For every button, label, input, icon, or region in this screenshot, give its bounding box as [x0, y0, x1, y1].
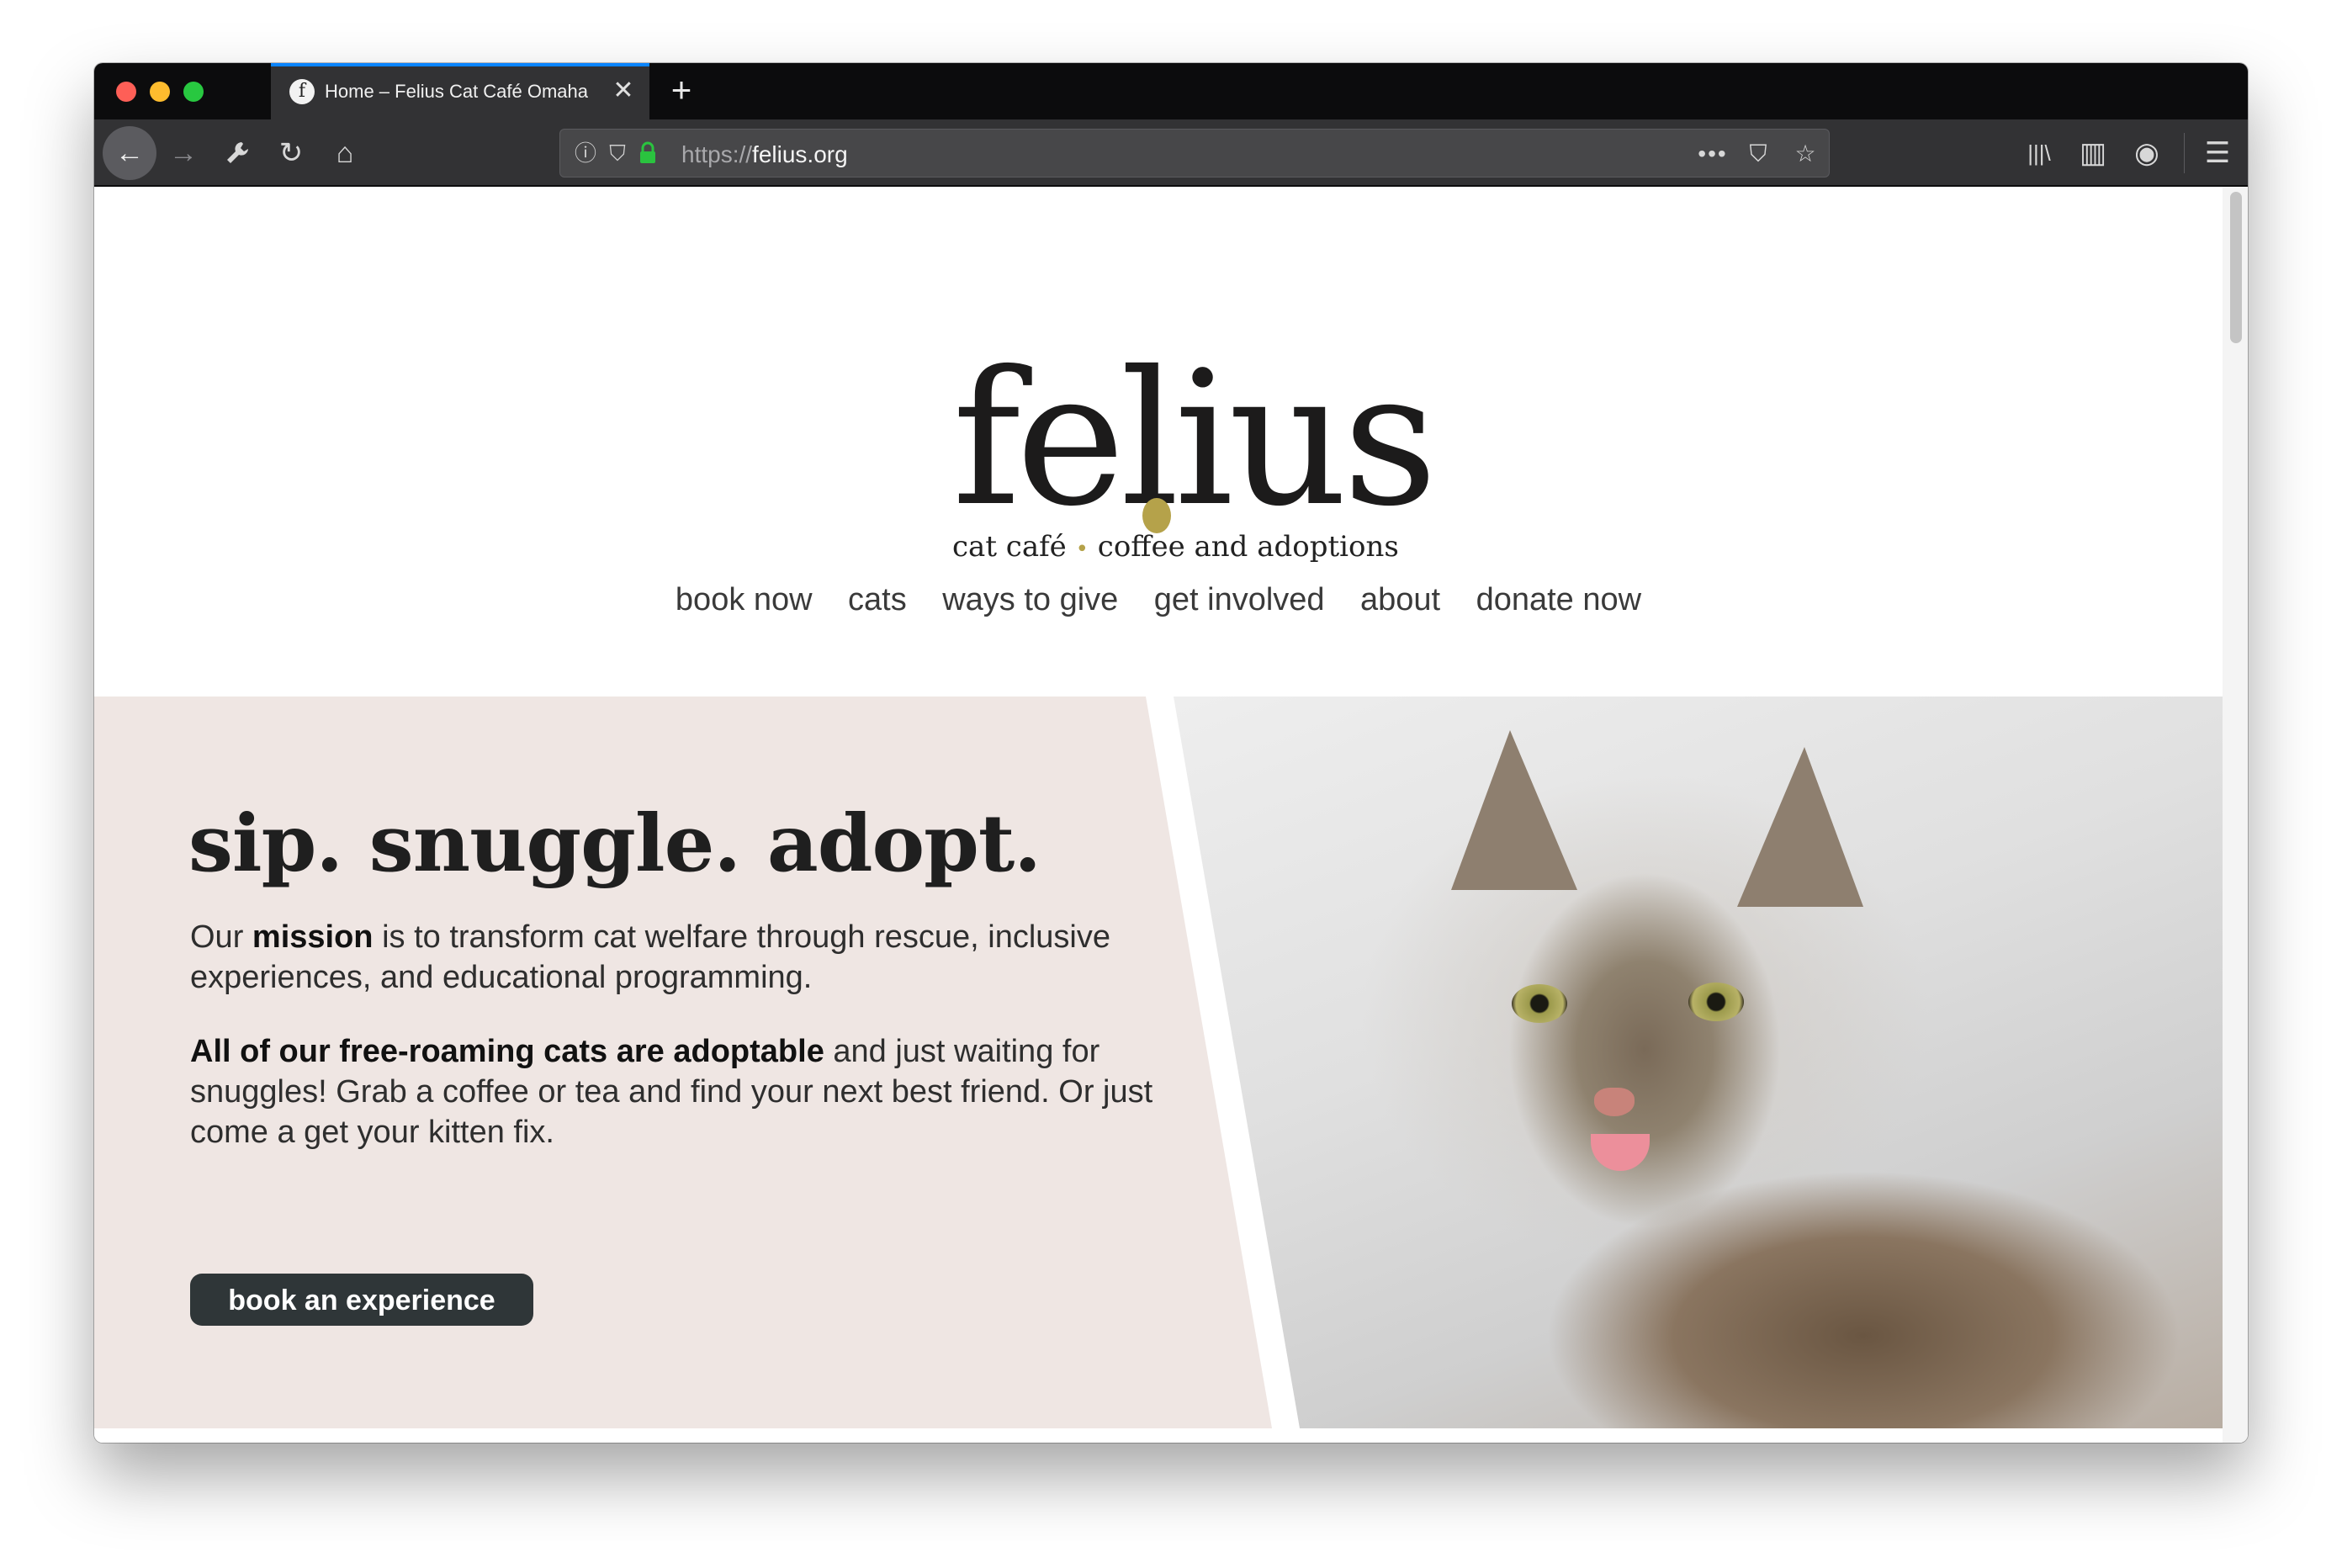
new-tab-icon[interactable]: + — [663, 72, 700, 109]
library-icon[interactable]: |||\ — [2014, 128, 2064, 178]
tagline-dot: • — [1075, 537, 1089, 562]
navigation-toolbar: ← → ↻ ⌂ ⓘ ⛉ https://felius.org ••• ⛉ ☆ |… — [94, 119, 2248, 187]
hero-headline: sip. snuggle. adopt. — [188, 797, 1041, 890]
hamburger-menu-icon[interactable]: ☰ — [2192, 128, 2243, 178]
lock-icon-svg — [640, 141, 655, 163]
hero-section: sip. snuggle. adopt. Our mission is to t… — [94, 697, 2223, 1428]
web-page: felius cat café • coffee and adoptions b… — [94, 187, 2248, 1443]
tab-title: Home – Felius Cat Café Omaha — [325, 81, 589, 102]
wrench-icon-svg — [227, 142, 248, 163]
back-arrow-icon[interactable]: ← — [103, 126, 156, 180]
lock-icon[interactable] — [634, 140, 661, 167]
tagline-left: cat café — [952, 530, 1067, 564]
nav-item-donate-now[interactable]: donate now — [1476, 582, 1642, 618]
mission-paragraph: Our mission is to transform cat welfare … — [190, 917, 1158, 998]
cat-ear-right — [1737, 747, 1863, 907]
mission-text-bold: mission — [252, 919, 374, 955]
url-scheme: https:// — [681, 141, 753, 167]
url-host: felius.org — [752, 141, 848, 167]
url-text[interactable]: https://felius.org — [681, 141, 848, 168]
account-icon[interactable]: ◉ — [2122, 128, 2172, 178]
minimize-window-button[interactable] — [150, 82, 170, 102]
pocket-icon[interactable]: ⛉ — [1741, 140, 1775, 168]
nav-item-get-involved[interactable]: get involved — [1154, 582, 1325, 618]
browser-window: f Home – Felius Cat Café Omaha ✕ + ← → ↻… — [94, 63, 2248, 1443]
adoptable-paragraph: All of our free-roaming cats are adoptab… — [190, 1031, 1158, 1152]
forward-arrow-icon[interactable]: → — [158, 128, 209, 178]
favicon-icon: f — [289, 79, 315, 104]
info-icon[interactable]: ⓘ — [572, 140, 599, 167]
adoptable-text-bold: All of our free-roaming cats are adoptab… — [190, 1034, 824, 1069]
cat-nose — [1594, 1088, 1635, 1116]
sidebar-icon[interactable]: ▥ — [2068, 128, 2118, 178]
tracking-shield-icon[interactable]: ⛉ — [604, 140, 631, 167]
cat-eye-left — [1512, 984, 1567, 1023]
close-window-button[interactable] — [116, 82, 136, 102]
nav-item-ways-to-give[interactable]: ways to give — [942, 582, 1118, 618]
logo-tagline: cat café • coffee and adoptions — [952, 530, 1399, 564]
tab-bar: f Home – Felius Cat Café Omaha ✕ + — [94, 63, 2248, 119]
nav-item-book-now[interactable]: book now — [676, 582, 813, 618]
page-actions-icon[interactable]: ••• — [1696, 140, 1730, 168]
scrollbar-thumb[interactable] — [2230, 192, 2242, 343]
site-logo[interactable]: felius — [952, 347, 1438, 533]
nav-item-about[interactable]: about — [1360, 582, 1440, 618]
cat-eye-right — [1688, 983, 1744, 1021]
page-scrollbar[interactable] — [2223, 187, 2248, 1443]
home-icon[interactable]: ⌂ — [320, 128, 370, 178]
cat-ear-left — [1451, 730, 1577, 890]
mission-text-pre: Our — [190, 919, 252, 955]
close-tab-icon[interactable]: ✕ — [609, 77, 638, 105]
nav-item-cats[interactable]: cats — [848, 582, 907, 618]
main-navigation: book now cats ways to give get involved … — [94, 582, 2223, 618]
wrench-icon[interactable] — [212, 128, 262, 178]
tab-home[interactable]: f Home – Felius Cat Café Omaha ✕ — [271, 63, 649, 119]
book-experience-button[interactable]: book an experience — [190, 1274, 533, 1326]
logo-accent-dot — [1142, 498, 1171, 533]
hero-cat-photo — [1174, 697, 2223, 1428]
logo-wordmark: felius — [952, 331, 1438, 547]
url-bar[interactable]: ⓘ ⛉ https://felius.org ••• ⛉ ☆ — [559, 129, 1830, 177]
tagline-right: coffee and adoptions — [1097, 530, 1399, 564]
cat-tongue — [1591, 1134, 1650, 1171]
zoom-window-button[interactable] — [183, 82, 204, 102]
reload-icon[interactable]: ↻ — [266, 128, 316, 178]
bookmark-star-icon[interactable]: ☆ — [1788, 140, 1822, 168]
toolbar-divider — [2184, 133, 2185, 173]
